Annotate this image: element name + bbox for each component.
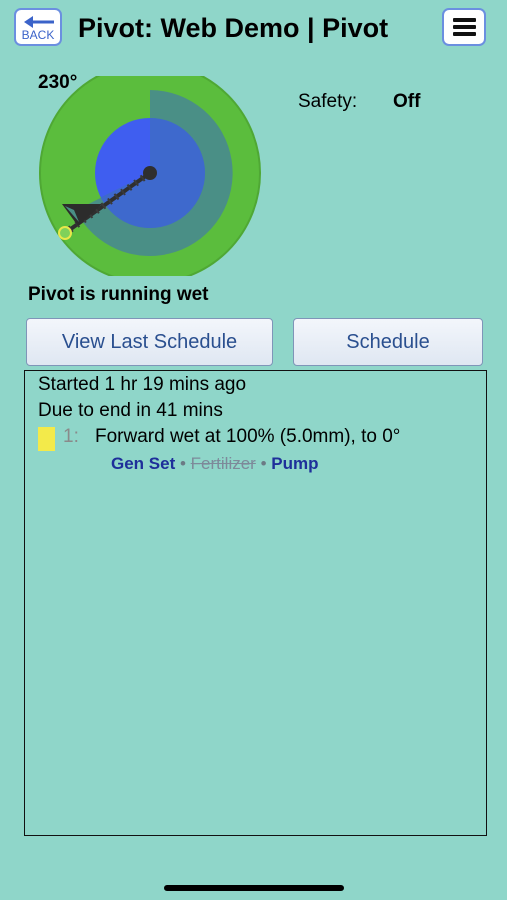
step-description: Forward wet at 100% (5.0mm), to 0° bbox=[95, 426, 401, 447]
pivot-center bbox=[143, 166, 157, 180]
equipment-separator: • bbox=[260, 454, 267, 473]
equipment-pump: Pump bbox=[271, 454, 319, 473]
view-last-schedule-button[interactable]: View Last Schedule bbox=[26, 318, 273, 366]
step-number: 1: bbox=[63, 426, 79, 447]
page-title: Pivot: Web Demo | Pivot bbox=[78, 13, 389, 43]
safety-label: Safety: bbox=[298, 91, 358, 112]
equipment-gen-set: Gen Set bbox=[111, 454, 176, 473]
schedule-button[interactable]: Schedule bbox=[293, 318, 483, 366]
pivot-end-marker bbox=[58, 226, 72, 240]
hamburger-icon-bar bbox=[453, 32, 476, 36]
pivot-map[interactable] bbox=[34, 76, 266, 276]
schedule-started: Started 1 hr 19 mins ago bbox=[38, 374, 247, 395]
hamburger-icon-bar bbox=[453, 25, 476, 29]
schedule-due: Due to end in 41 mins bbox=[38, 400, 223, 421]
pivot-angle: 230° bbox=[38, 72, 78, 93]
back-button[interactable]: BACK bbox=[14, 8, 62, 46]
safety-value: Off bbox=[393, 91, 421, 112]
menu-button[interactable] bbox=[442, 8, 486, 46]
equipment-fertilizer: Fertilizer bbox=[190, 454, 256, 473]
step-marker bbox=[38, 427, 55, 451]
back-label: BACK bbox=[21, 28, 55, 42]
home-indicator[interactable] bbox=[164, 885, 344, 891]
equipment-separator: • bbox=[179, 454, 186, 473]
schedule-panel: Started 1 hr 19 mins ago Due to end in 4… bbox=[24, 370, 487, 836]
pivot-status: Pivot is running wet bbox=[28, 284, 209, 305]
step-equipment: Gen Set • Fertilizer • Pump bbox=[111, 454, 319, 474]
hamburger-icon bbox=[453, 18, 476, 22]
